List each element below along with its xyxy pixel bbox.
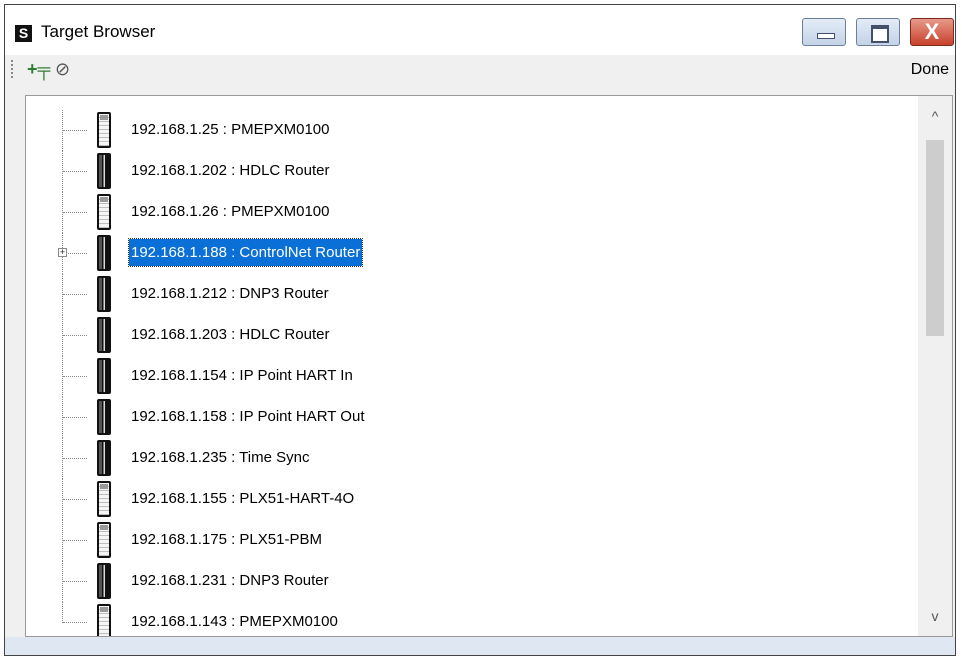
device-module-icon [97,235,111,271]
tree-connector [63,540,87,541]
tree-item-label: 192.168.1.155 : PLX51-HART-4O [131,490,355,507]
tree-connector [63,581,87,582]
refresh-icon[interactable]: ⊘ [55,57,70,81]
minimize-button[interactable] [802,18,846,46]
tree-item[interactable]: 192.168.1.26 : PMEPXM0100 [26,192,906,233]
tree-item[interactable]: 192.168.1.203 : HDLC Router [26,315,906,356]
tree-connector [63,417,87,418]
scroll-down-icon[interactable]: v [918,608,952,624]
device-module-icon [97,440,111,476]
device-module-icon [97,563,111,599]
toolbar: +╤ ⊘ Done [5,55,955,87]
tree-item-label: 192.168.1.158 : IP Point HART Out [131,408,365,425]
tree-item[interactable]: 192.168.1.235 : Time Sync [26,438,906,479]
target-browser-window: S Target Browser X +╤ ⊘ Done 192.168.1.2… [4,4,956,656]
tree-item[interactable]: 192.168.1.212 : DNP3 Router [26,274,906,315]
tree-connector [63,376,87,377]
device-module-icon [97,194,111,230]
device-tree[interactable]: 192.168.1.25 : PMEPXM0100 192.168.1.202 :… [25,95,953,637]
tree-item[interactable]: 192.168.1.231 : DNP3 Router [26,561,906,602]
tree-item-label: 192.168.1.25 : PMEPXM0100 [131,121,330,138]
tree-connector [63,171,87,172]
tree-item-label: 192.168.1.235 : Time Sync [131,449,310,466]
device-module-icon [97,112,111,148]
device-module-icon [97,153,111,189]
tree-item[interactable]: 192.168.1.202 : HDLC Router [26,151,906,192]
maximize-icon [871,25,889,43]
close-icon: X [924,19,940,44]
tree-item-label: 192.168.1.175 : PLX51-PBM [131,531,322,548]
vertical-scrollbar[interactable]: ^ v [918,96,952,636]
device-module-icon [97,522,111,558]
tree-item-label: 192.168.1.188 : ControlNet Router [127,238,364,267]
tree-connector [63,294,87,295]
connect-plug-icon[interactable]: +╤ [27,57,50,81]
tree-connector [63,499,87,500]
tree-item[interactable]: 192.168.1.175 : PLX51-PBM [26,520,906,561]
tree-connector [63,212,87,213]
toolbar-grip[interactable] [11,60,15,78]
status-bar [5,637,955,655]
scroll-up-icon[interactable]: ^ [918,108,952,124]
close-button[interactable]: X [910,18,954,46]
device-module-icon [97,604,111,636]
tree-item-label: 192.168.1.26 : PMEPXM0100 [131,203,330,220]
tree-connector [63,130,87,131]
tree-item-label: 192.168.1.203 : HDLC Router [131,326,330,343]
app-icon: S [15,25,32,42]
device-module-icon [97,358,111,394]
device-module-icon [97,481,111,517]
minimize-icon [817,33,835,39]
tree-item[interactable]: +192.168.1.188 : ControlNet Router [26,233,906,274]
title-bar[interactable]: S Target Browser X [5,5,955,55]
maximize-button[interactable] [856,18,900,46]
tree-item[interactable]: 192.168.1.155 : PLX51-HART-4O [26,479,906,520]
tree-connector-vertical [62,602,63,623]
tree-item[interactable]: 192.168.1.25 : PMEPXM0100 [26,110,906,151]
device-module-icon [97,317,111,353]
tree-item-label: 192.168.1.154 : IP Point HART In [131,367,353,384]
tree-connector [63,622,87,623]
tree-connector [63,458,87,459]
tree-item-label: 192.168.1.212 : DNP3 Router [131,285,329,302]
tree-item[interactable]: 192.168.1.158 : IP Point HART Out [26,397,906,438]
tree-item-label: 192.168.1.143 : PMEPXM0100 [131,613,338,630]
expand-icon[interactable]: + [58,248,67,257]
scroll-thumb[interactable] [926,140,944,336]
tree-connector [63,335,87,336]
device-module-icon [97,399,111,435]
device-module-icon [97,276,111,312]
tree-item[interactable]: 192.168.1.143 : PMEPXM0100 [26,602,906,636]
window-title: Target Browser [41,22,156,41]
tree-item-label: 192.168.1.202 : HDLC Router [131,162,330,179]
tree-item-label: 192.168.1.231 : DNP3 Router [131,572,329,589]
tree-item[interactable]: 192.168.1.154 : IP Point HART In [26,356,906,397]
done-button[interactable]: Done [911,61,949,79]
